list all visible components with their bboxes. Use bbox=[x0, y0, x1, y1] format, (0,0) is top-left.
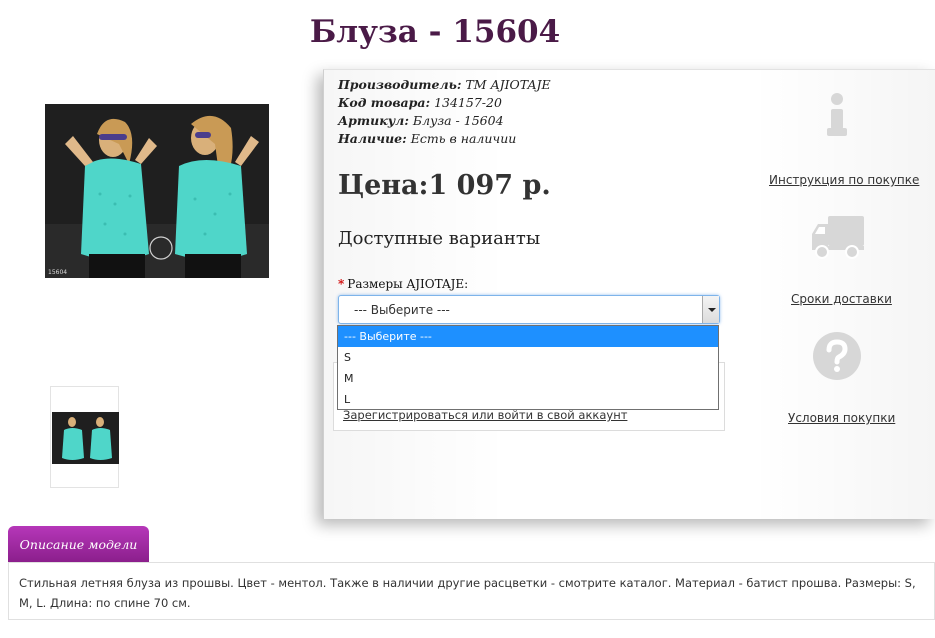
chevron-down-icon[interactable] bbox=[702, 296, 719, 323]
truck-icon bbox=[812, 216, 864, 259]
question-icon bbox=[813, 332, 861, 380]
product-thumbnail[interactable] bbox=[50, 386, 119, 488]
stock-row: Наличие: Есть в наличии bbox=[338, 130, 551, 148]
size-dropdown-list: --- Выберите --- S M L bbox=[337, 325, 719, 410]
tab-model-description[interactable]: Описание модели bbox=[8, 526, 149, 562]
size-select-value: --- Выберите --- bbox=[354, 303, 450, 317]
size-option-s[interactable]: S bbox=[338, 347, 718, 368]
product-photo-image bbox=[45, 104, 269, 278]
manufacturer-row: Производитель: TM AJIOTAJE bbox=[338, 76, 551, 94]
login-register-link[interactable]: Зарегистрироваться или войти в свой акка… bbox=[343, 408, 627, 422]
product-code-row: Код товара: 134157-20 bbox=[338, 94, 551, 112]
manufacturer-value: TM AJIOTAJE bbox=[465, 77, 551, 92]
product-main-photo[interactable]: 15604 bbox=[45, 104, 269, 278]
product-code-value: 134157-20 bbox=[434, 95, 502, 110]
stock-value: Есть в наличии bbox=[410, 131, 517, 146]
thumbnail-image bbox=[52, 412, 119, 464]
description-text: Стильная летняя блуза из прошвы. Цвет - … bbox=[19, 576, 916, 610]
product-info-list: Производитель: TM AJIOTAJE Код товара: 1… bbox=[338, 76, 551, 148]
size-select[interactable]: --- Выберите --- bbox=[338, 295, 720, 324]
stock-label: Наличие: bbox=[338, 131, 407, 146]
size-label: * Размеры AJIOTAJE: bbox=[338, 277, 468, 291]
article-row: Артикул: Блуза - 15604 bbox=[338, 112, 551, 130]
manufacturer-label: Производитель: bbox=[338, 77, 462, 92]
page-title: Блуза - 15604 bbox=[309, 14, 561, 50]
purchase-conditions-link[interactable]: Условия покупки bbox=[788, 411, 895, 425]
product-code-label: Код товара: bbox=[338, 95, 431, 110]
size-option-l[interactable]: L bbox=[338, 389, 718, 410]
size-option-m[interactable]: M bbox=[338, 368, 718, 389]
article-value: Блуза - 15604 bbox=[412, 113, 504, 128]
instruction-link[interactable]: Инструкция по покупке bbox=[769, 173, 919, 187]
delivery-terms-link[interactable]: Сроки доставки bbox=[791, 292, 892, 306]
variants-title: Доступные варианты bbox=[338, 228, 541, 249]
size-label-text: Размеры AJIOTAJE: bbox=[347, 277, 469, 291]
required-mark: * bbox=[338, 277, 345, 291]
info-icon bbox=[827, 93, 847, 136]
size-option-placeholder[interactable]: --- Выберите --- bbox=[338, 326, 718, 347]
product-price: Цена:1 097 р. bbox=[338, 170, 551, 201]
article-label: Артикул: bbox=[338, 113, 409, 128]
photo-code-label: 15604 bbox=[48, 269, 68, 276]
